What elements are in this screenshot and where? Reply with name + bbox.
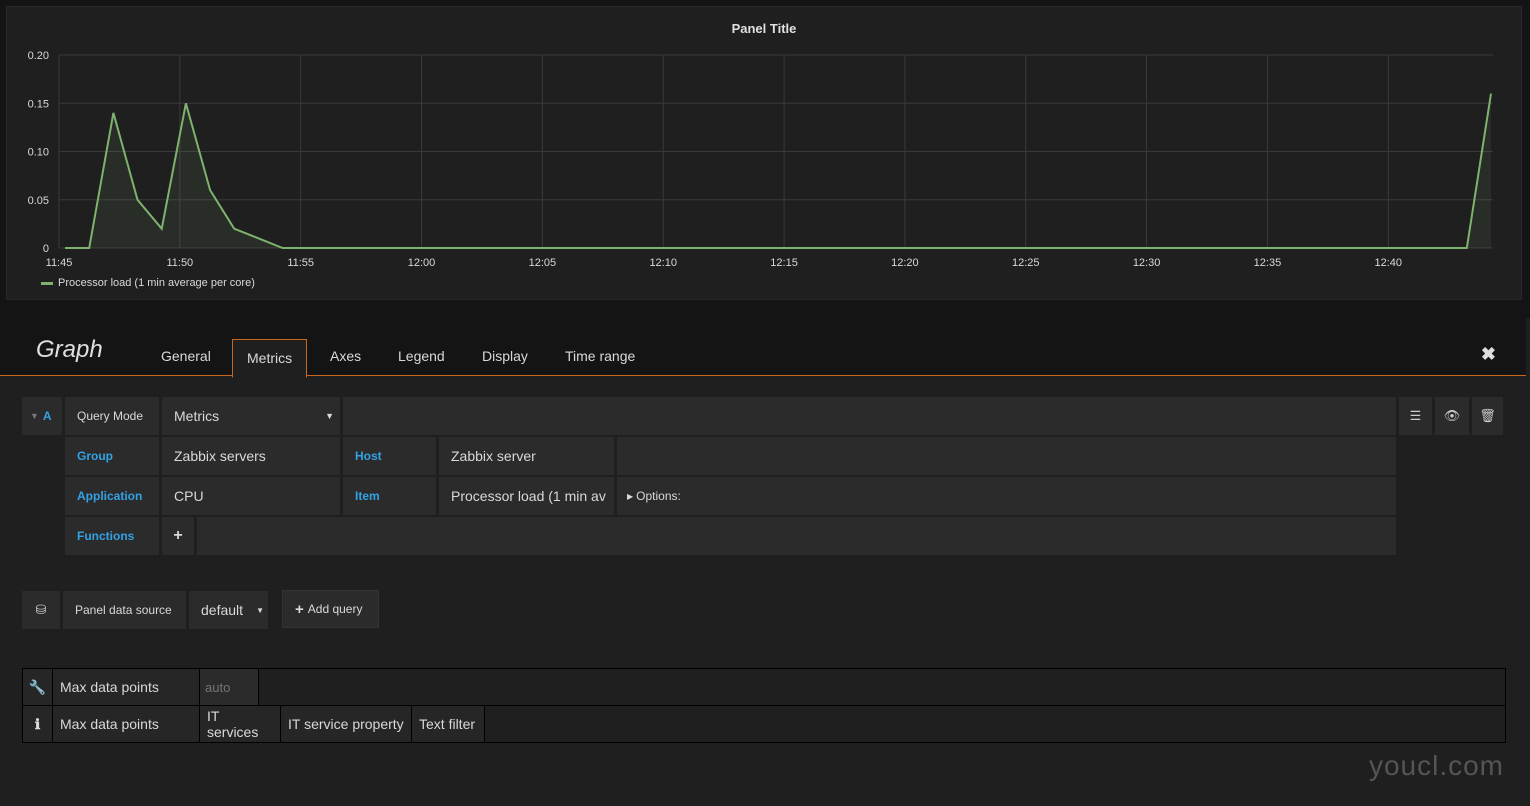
caret-down-icon: ▼ — [256, 605, 264, 615]
options-toggle[interactable]: ▶ Options: — [617, 477, 1396, 515]
series-area — [65, 93, 1491, 248]
max-data-points-row: 🔧 Max data points — [22, 668, 1506, 706]
legend-label: Processor load (1 min average per core) — [58, 277, 255, 289]
functions-label: Functions — [65, 517, 159, 555]
x-tick-label: 12:00 — [408, 257, 436, 269]
tab-axes[interactable]: Axes — [316, 338, 375, 376]
info-row: ℹ Max data points IT services IT service… — [22, 705, 1506, 743]
x-tick-label: 12:30 — [1133, 257, 1161, 269]
tab-legend[interactable]: Legend — [384, 338, 459, 376]
host-label: Host — [343, 437, 436, 475]
x-tick-label: 11:50 — [166, 257, 193, 269]
y-tick-label: 0.05 — [28, 195, 49, 207]
item-input[interactable]: Processor load (1 min av — [439, 477, 614, 515]
y-tick-label: 0.15 — [28, 98, 49, 110]
query-mode-value: Metrics — [174, 408, 220, 424]
add-query-label: Add query — [307, 602, 363, 616]
editor-header: Graph General Metrics Axes Legend Displa… — [0, 318, 1526, 378]
info-icon: ℹ — [23, 706, 53, 742]
info-text-filter: Text filter — [412, 706, 485, 742]
y-tick-label: 0.20 — [28, 50, 49, 62]
group-input[interactable]: Zabbix servers — [162, 437, 340, 475]
query-row-filler — [343, 397, 1396, 435]
row-filler — [259, 669, 1505, 705]
host-input[interactable]: Zabbix server — [439, 437, 614, 475]
x-tick-label: 12:20 — [891, 257, 919, 269]
close-icon[interactable]: ✖ — [1481, 344, 1496, 365]
tab-display[interactable]: Display — [468, 338, 542, 376]
x-tick-label: 11:45 — [46, 257, 73, 269]
info-it-service-property: IT service property — [281, 706, 412, 742]
query-ref-label: A — [42, 409, 52, 423]
watermark: youcl.com — [1368, 750, 1504, 781]
tab-time-range[interactable]: Time range — [551, 338, 649, 376]
legend-color-swatch — [41, 281, 53, 285]
add-query-button[interactable]: + Add query — [282, 590, 379, 628]
row-filler — [485, 706, 1505, 742]
x-tick-label: 12:35 — [1254, 257, 1282, 269]
group-label: Group — [65, 437, 159, 475]
x-tick-label: 12:10 — [649, 257, 677, 269]
row-filler — [197, 517, 1396, 555]
menu-icon[interactable]: ☰ — [1399, 397, 1432, 435]
x-tick-label: 12:40 — [1375, 257, 1403, 269]
application-label: Application — [65, 477, 159, 515]
caret-down-icon: ▼ — [325, 411, 334, 421]
tab-general[interactable]: General — [147, 338, 225, 376]
datasource-value: default — [201, 602, 244, 618]
graph-chart: 0 0.05 0.10 0.15 0.20 11:45 11:50 11:55 12:00 12:… — [28, 50, 1493, 269]
graph-panel: Panel Title 0 0.05 0.10 0.15 0.20 11:45 11:50 1… — [6, 6, 1522, 300]
caret-right-icon: ▶ — [627, 491, 634, 501]
item-label: Item — [343, 477, 436, 515]
application-input[interactable]: CPU — [162, 477, 340, 515]
x-tick-label: 12:25 — [1012, 257, 1040, 269]
options-label: Options: — [636, 489, 681, 503]
max-data-points-field[interactable] — [200, 669, 258, 705]
query-mode-select[interactable]: Metrics ▼ — [162, 397, 340, 435]
editor-title: Graph — [36, 336, 103, 363]
y-tick-label: 0 — [43, 243, 49, 255]
datasource-label: Panel data source — [63, 591, 186, 629]
x-tick-label: 12:15 — [770, 257, 798, 269]
row-filler — [617, 437, 1396, 475]
y-tick-label: 0.10 — [28, 147, 49, 159]
max-data-points-label: Max data points — [53, 669, 200, 705]
trash-icon[interactable]: 🗑 — [1472, 397, 1503, 435]
database-icon: ⛁ — [22, 591, 60, 629]
panel-editor: Graph General Metrics Axes Legend Displa… — [0, 318, 1530, 806]
max-data-points-input[interactable] — [200, 669, 259, 705]
plus-icon: + — [295, 600, 304, 618]
info-it-services: IT services — [200, 706, 281, 742]
x-tick-label: 12:05 — [529, 257, 557, 269]
series-line — [65, 93, 1492, 249]
tab-metrics[interactable]: Metrics — [232, 339, 308, 378]
info-max-data-points: Max data points — [53, 706, 200, 742]
query-mode-label: Query Mode — [65, 397, 159, 435]
datasource-select[interactable]: default ▼ — [189, 591, 268, 629]
x-tick-label: 11:55 — [287, 257, 314, 269]
legend-item[interactable]: Processor load (1 min average per core) — [41, 277, 255, 289]
wrench-icon: 🔧 — [23, 669, 53, 705]
query-collapse-toggle[interactable]: ▼ A — [22, 397, 62, 435]
eye-icon[interactable]: 👁 — [1435, 397, 1469, 435]
add-function-button[interactable]: + — [162, 517, 194, 555]
caret-down-icon: ▼ — [30, 411, 39, 421]
